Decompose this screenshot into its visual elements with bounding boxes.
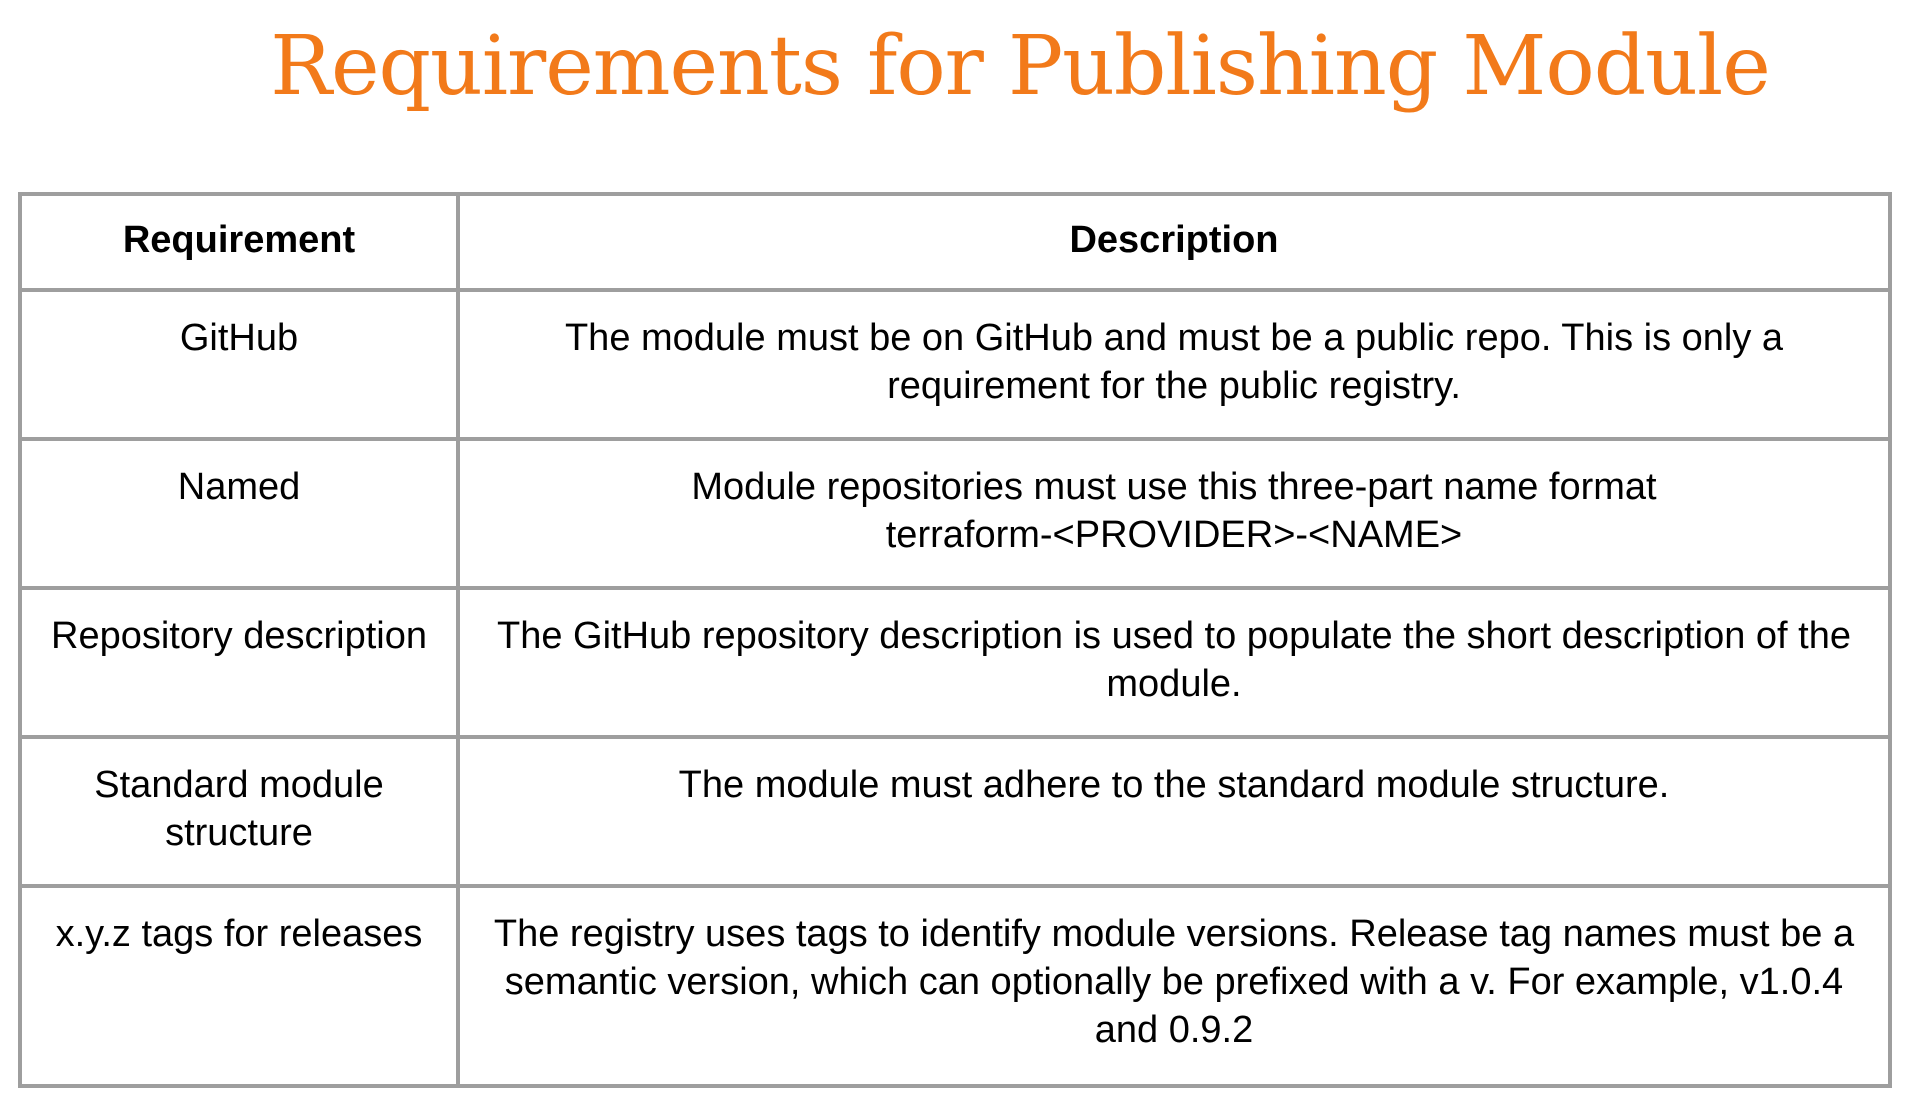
requirement-cell: Standard module structure	[18, 735, 460, 888]
slide-title: Requirements for Publishing Module	[270, 19, 1771, 114]
description-cell: The module must adhere to the standard m…	[456, 735, 1892, 888]
name-format: terraform-<PROVIDER>-<NAME>	[885, 514, 1463, 556]
requirement-cell: x.y.z tags for releases	[18, 884, 460, 1088]
description-cell: The module must be on GitHub and must be…	[456, 288, 1892, 441]
table-row: Standard module structure The module mus…	[18, 735, 1892, 888]
description-cell: Module repositories must use this three-…	[456, 437, 1892, 590]
column-header-requirement: Requirement	[18, 192, 460, 292]
description-cell: The GitHub repository description is use…	[456, 586, 1892, 739]
table-header-row: Requirement Description	[18, 192, 1892, 292]
table-row: GitHub The module must be on GitHub and …	[18, 288, 1892, 441]
slide: Requirements for Publishing Module Requi…	[0, 0, 1922, 1116]
table-row: Repository description The GitHub reposi…	[18, 586, 1892, 739]
requirements-table: Requirement Description GitHub The modul…	[18, 192, 1892, 1088]
table-row: Named Module repositories must use this …	[18, 437, 1892, 590]
requirement-cell: GitHub	[18, 288, 460, 441]
table-row: x.y.z tags for releases The registry use…	[18, 884, 1892, 1088]
requirement-cell: Named	[18, 437, 460, 590]
description-cell: The registry uses tags to identify modul…	[456, 884, 1892, 1088]
requirement-cell: Repository description	[18, 586, 460, 739]
description-line: Module repositories must use this three-…	[691, 466, 1657, 508]
column-header-description: Description	[456, 192, 1892, 292]
